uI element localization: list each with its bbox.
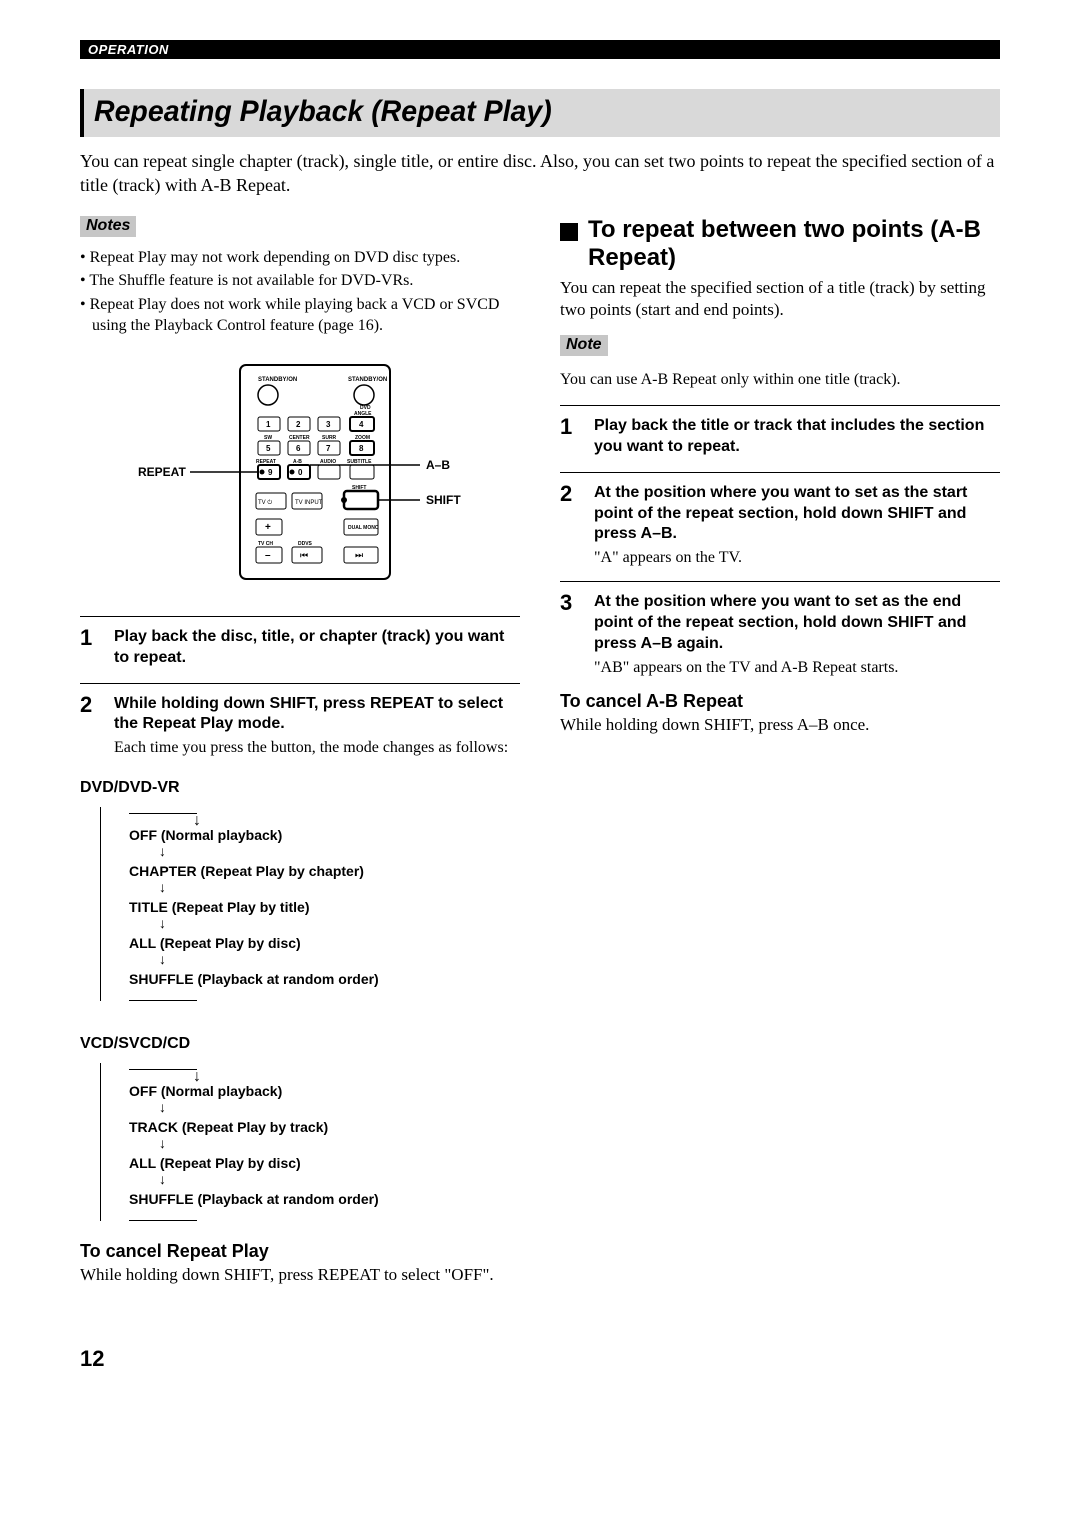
step: 2 While holding down SHIFT, press REPEAT… bbox=[80, 694, 520, 758]
page-title: Repeating Playback (Repeat Play) bbox=[94, 95, 945, 129]
cancel-repeat-heading: To cancel Repeat Play bbox=[80, 1241, 520, 1262]
left-column: Notes Repeat Play may not work depending… bbox=[80, 216, 520, 1287]
divider bbox=[560, 405, 1000, 406]
mode-item: OFF (Normal playback)↓ bbox=[129, 1083, 520, 1115]
svg-text:AUDIO: AUDIO bbox=[320, 459, 336, 465]
svg-text:2: 2 bbox=[296, 420, 301, 429]
cancel-repeat-text: While holding down SHIFT, press REPEAT t… bbox=[80, 1264, 520, 1286]
step-title: At the position where you want to set as… bbox=[594, 483, 1000, 545]
note-label: Note bbox=[560, 335, 608, 356]
step-title: Play back the disc, title, or chapter (t… bbox=[114, 627, 520, 669]
page-number: 12 bbox=[80, 1346, 1000, 1372]
svg-text:1: 1 bbox=[266, 420, 271, 429]
ab-heading: To repeat between two points (A-B Repeat… bbox=[588, 216, 1000, 274]
note-item: The Shuffle feature is not available for… bbox=[80, 270, 520, 292]
step-number: 3 bbox=[560, 592, 580, 676]
divider bbox=[80, 616, 520, 617]
mode-item: CHAPTER (Repeat Play by chapter)↓ bbox=[129, 863, 520, 895]
step-number: 2 bbox=[560, 483, 580, 567]
mode-item: TRACK (Repeat Play by track)↓ bbox=[129, 1119, 520, 1151]
step: 1 Play back the disc, title, or chapter … bbox=[80, 627, 520, 669]
svg-text:⏭: ⏭ bbox=[355, 550, 363, 560]
step-desc: Each time you press the button, the mode… bbox=[114, 739, 520, 757]
title-box: Repeating Playback (Repeat Play) bbox=[80, 89, 1000, 137]
mode-vcd-label: VCD/SVCD/CD bbox=[80, 1035, 520, 1053]
svg-text:7: 7 bbox=[326, 444, 331, 453]
step-number: 2 bbox=[80, 694, 100, 758]
mode-dvd-label: DVD/DVD-VR bbox=[80, 779, 520, 797]
step-number: 1 bbox=[560, 416, 580, 458]
svg-text:TV CH: TV CH bbox=[258, 541, 273, 547]
step-title: While holding down SHIFT, press REPEAT t… bbox=[114, 694, 520, 736]
svg-text:⏮: ⏮ bbox=[300, 550, 308, 560]
callout-repeat: REPEAT bbox=[138, 465, 186, 479]
mode-item: TITLE (Repeat Play by title)↓ bbox=[129, 899, 520, 931]
mode-item: ALL (Repeat Play by disc)↓ bbox=[129, 935, 520, 967]
intro-text: You can repeat single chapter (track), s… bbox=[80, 149, 1000, 198]
svg-text:5: 5 bbox=[266, 444, 271, 453]
square-bullet-icon bbox=[560, 223, 578, 241]
mode-dvd-list: OFF (Normal playback)↓ CHAPTER (Repeat P… bbox=[100, 807, 520, 1001]
svg-text:4: 4 bbox=[359, 420, 364, 429]
notes-list: Repeat Play may not work depending on DV… bbox=[80, 247, 520, 337]
step-number: 1 bbox=[80, 627, 100, 669]
svg-text:0: 0 bbox=[298, 468, 303, 477]
step: 1 Play back the title or track that incl… bbox=[560, 416, 1000, 458]
remote-diagram: STANDBY/ON STANDBY/ON DVD 1 2 3 ANGLE 4 … bbox=[80, 357, 520, 592]
svg-text:SW: SW bbox=[264, 435, 272, 441]
ab-intro: You can repeat the specified section of … bbox=[560, 277, 1000, 321]
svg-text:6: 6 bbox=[296, 444, 301, 453]
note-item: Repeat Play does not work while playing … bbox=[80, 294, 520, 337]
svg-text:TV INPUT: TV INPUT bbox=[295, 500, 323, 506]
svg-text:TV ⏻: TV ⏻ bbox=[258, 499, 272, 506]
step-desc: "AB" appears on the TV and A-B Repeat st… bbox=[594, 659, 1000, 677]
step-title: At the position where you want to set as… bbox=[594, 592, 1000, 654]
mode-item: ALL (Repeat Play by disc)↓ bbox=[129, 1155, 520, 1187]
step: 3 At the position where you want to set … bbox=[560, 592, 1000, 676]
svg-text:SUBTITLE: SUBTITLE bbox=[347, 459, 372, 465]
svg-text:STANDBY/ON: STANDBY/ON bbox=[348, 377, 387, 383]
svg-text:9: 9 bbox=[268, 468, 273, 477]
divider bbox=[560, 581, 1000, 582]
notes-label: Notes bbox=[80, 216, 136, 237]
cancel-ab-heading: To cancel A-B Repeat bbox=[560, 691, 1000, 712]
svg-text:CENTER: CENTER bbox=[289, 435, 310, 441]
svg-text:3: 3 bbox=[326, 420, 331, 429]
svg-text:8: 8 bbox=[359, 444, 364, 453]
mode-item: OFF (Normal playback)↓ bbox=[129, 827, 520, 859]
mode-item: SHUFFLE (Playback at random order) bbox=[129, 971, 520, 987]
svg-text:SURR: SURR bbox=[322, 435, 337, 441]
svg-text:–: – bbox=[265, 550, 271, 561]
divider bbox=[80, 683, 520, 684]
callout-ab: A–B bbox=[426, 458, 450, 472]
svg-text:STANDBY/ON: STANDBY/ON bbox=[258, 377, 297, 383]
mode-vcd-list: OFF (Normal playback)↓ TRACK (Repeat Pla… bbox=[100, 1063, 520, 1221]
step: 2 At the position where you want to set … bbox=[560, 483, 1000, 567]
note-text: You can use A-B Repeat only within one t… bbox=[560, 370, 1000, 391]
svg-text:DDVS: DDVS bbox=[298, 541, 313, 547]
cancel-ab-text: While holding down SHIFT, press A–B once… bbox=[560, 714, 1000, 736]
right-column: To repeat between two points (A-B Repeat… bbox=[560, 216, 1000, 1287]
callout-shift: SHIFT bbox=[426, 493, 461, 507]
step-desc: "A" appears on the TV. bbox=[594, 549, 1000, 567]
step-title: Play back the title or track that includ… bbox=[594, 416, 1000, 458]
note-item: Repeat Play may not work depending on DV… bbox=[80, 247, 520, 269]
divider bbox=[560, 472, 1000, 473]
mode-item: SHUFFLE (Playback at random order) bbox=[129, 1191, 520, 1207]
section-header: OPERATION bbox=[80, 40, 1000, 59]
svg-text:DUAL MONO: DUAL MONO bbox=[348, 525, 379, 531]
svg-text:+: + bbox=[265, 522, 271, 533]
